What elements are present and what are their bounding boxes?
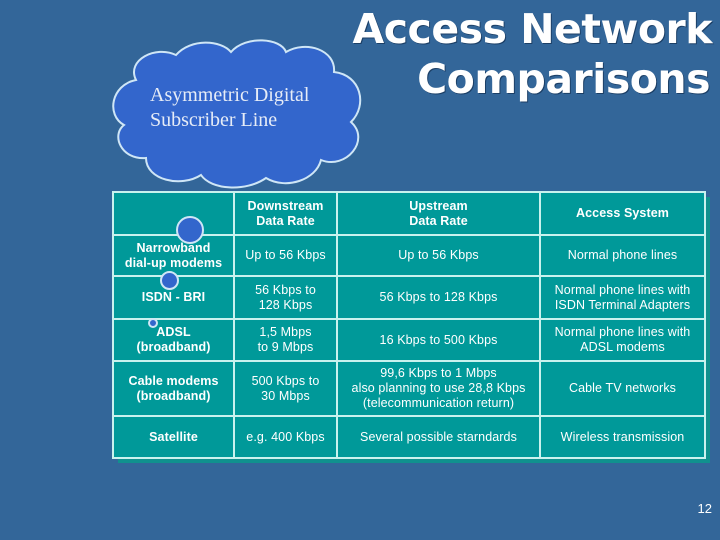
- table-row: ISDN - BRI 56 Kbps to 128 Kbps 56 Kbps t…: [112, 275, 706, 320]
- thought-bubble-large-icon: [176, 216, 204, 244]
- header-cell-upstream: Upstream Data Rate: [336, 191, 541, 236]
- header-cell-empty: [112, 191, 235, 236]
- thought-bubble-small-icon: [148, 318, 158, 328]
- slide-title-line2: Comparisons: [417, 55, 710, 103]
- slide: Access Network Comparisons Asymmetric Di…: [0, 0, 720, 540]
- row-label: Satellite: [112, 415, 235, 459]
- slide-title-line1: Access Network: [352, 5, 713, 53]
- table-row: Satellite e.g. 400 Kbps Several possible…: [112, 415, 706, 459]
- row-label: Cable modems (broadband): [112, 360, 235, 417]
- table-cell: Normal phone lines: [539, 234, 706, 277]
- table-cell: Wireless transmission: [539, 415, 706, 459]
- table-row: Narrowband dial-up modems Up to 56 Kbps …: [112, 234, 706, 277]
- callout-line2: Subscriber Line: [150, 109, 278, 131]
- table-cell: 500 Kbps to 30 Mbps: [233, 360, 338, 417]
- table-row: Cable modems (broadband) 500 Kbps to 30 …: [112, 360, 706, 417]
- thought-bubble-medium-icon: [160, 271, 179, 290]
- table-cell: e.g. 400 Kbps: [233, 415, 338, 459]
- table-cell: Up to 56 Kbps: [233, 234, 338, 277]
- header-cell-access-system: Access System: [539, 191, 706, 236]
- table-cell: Normal phone lines with ISDN Terminal Ad…: [539, 275, 706, 320]
- page-number: 12: [697, 501, 712, 516]
- callout-line1: Asymmetric Digital: [150, 84, 310, 106]
- adsl-callout-cloud: Asymmetric Digital Subscriber Line: [106, 30, 378, 190]
- slide-title: Access Network Comparisons: [352, 4, 713, 104]
- table-cell: Several possible starndards: [336, 415, 541, 459]
- table-cell: 1,5 Mbps to 9 Mbps: [233, 318, 338, 362]
- table-cell: 56 Kbps to 128 Kbps: [233, 275, 338, 320]
- header-cell-downstream: Downstream Data Rate: [233, 191, 338, 236]
- table-cell: 16 Kbps to 500 Kbps: [336, 318, 541, 362]
- callout-text: Asymmetric Digital Subscriber Line: [150, 83, 309, 133]
- row-label: Narrowband dial-up modems: [112, 234, 235, 277]
- table-cell: Cable TV networks: [539, 360, 706, 417]
- row-label: ADSL (broadband): [112, 318, 235, 362]
- table-cell: 99,6 Kbps to 1 Mbps also planning to use…: [336, 360, 541, 417]
- table-cell: Up to 56 Kbps: [336, 234, 541, 277]
- table-row: ADSL (broadband) 1,5 Mbps to 9 Mbps 16 K…: [112, 318, 706, 362]
- table-cell: 56 Kbps to 128 Kbps: [336, 275, 541, 320]
- table-cell: Normal phone lines with ADSL modems: [539, 318, 706, 362]
